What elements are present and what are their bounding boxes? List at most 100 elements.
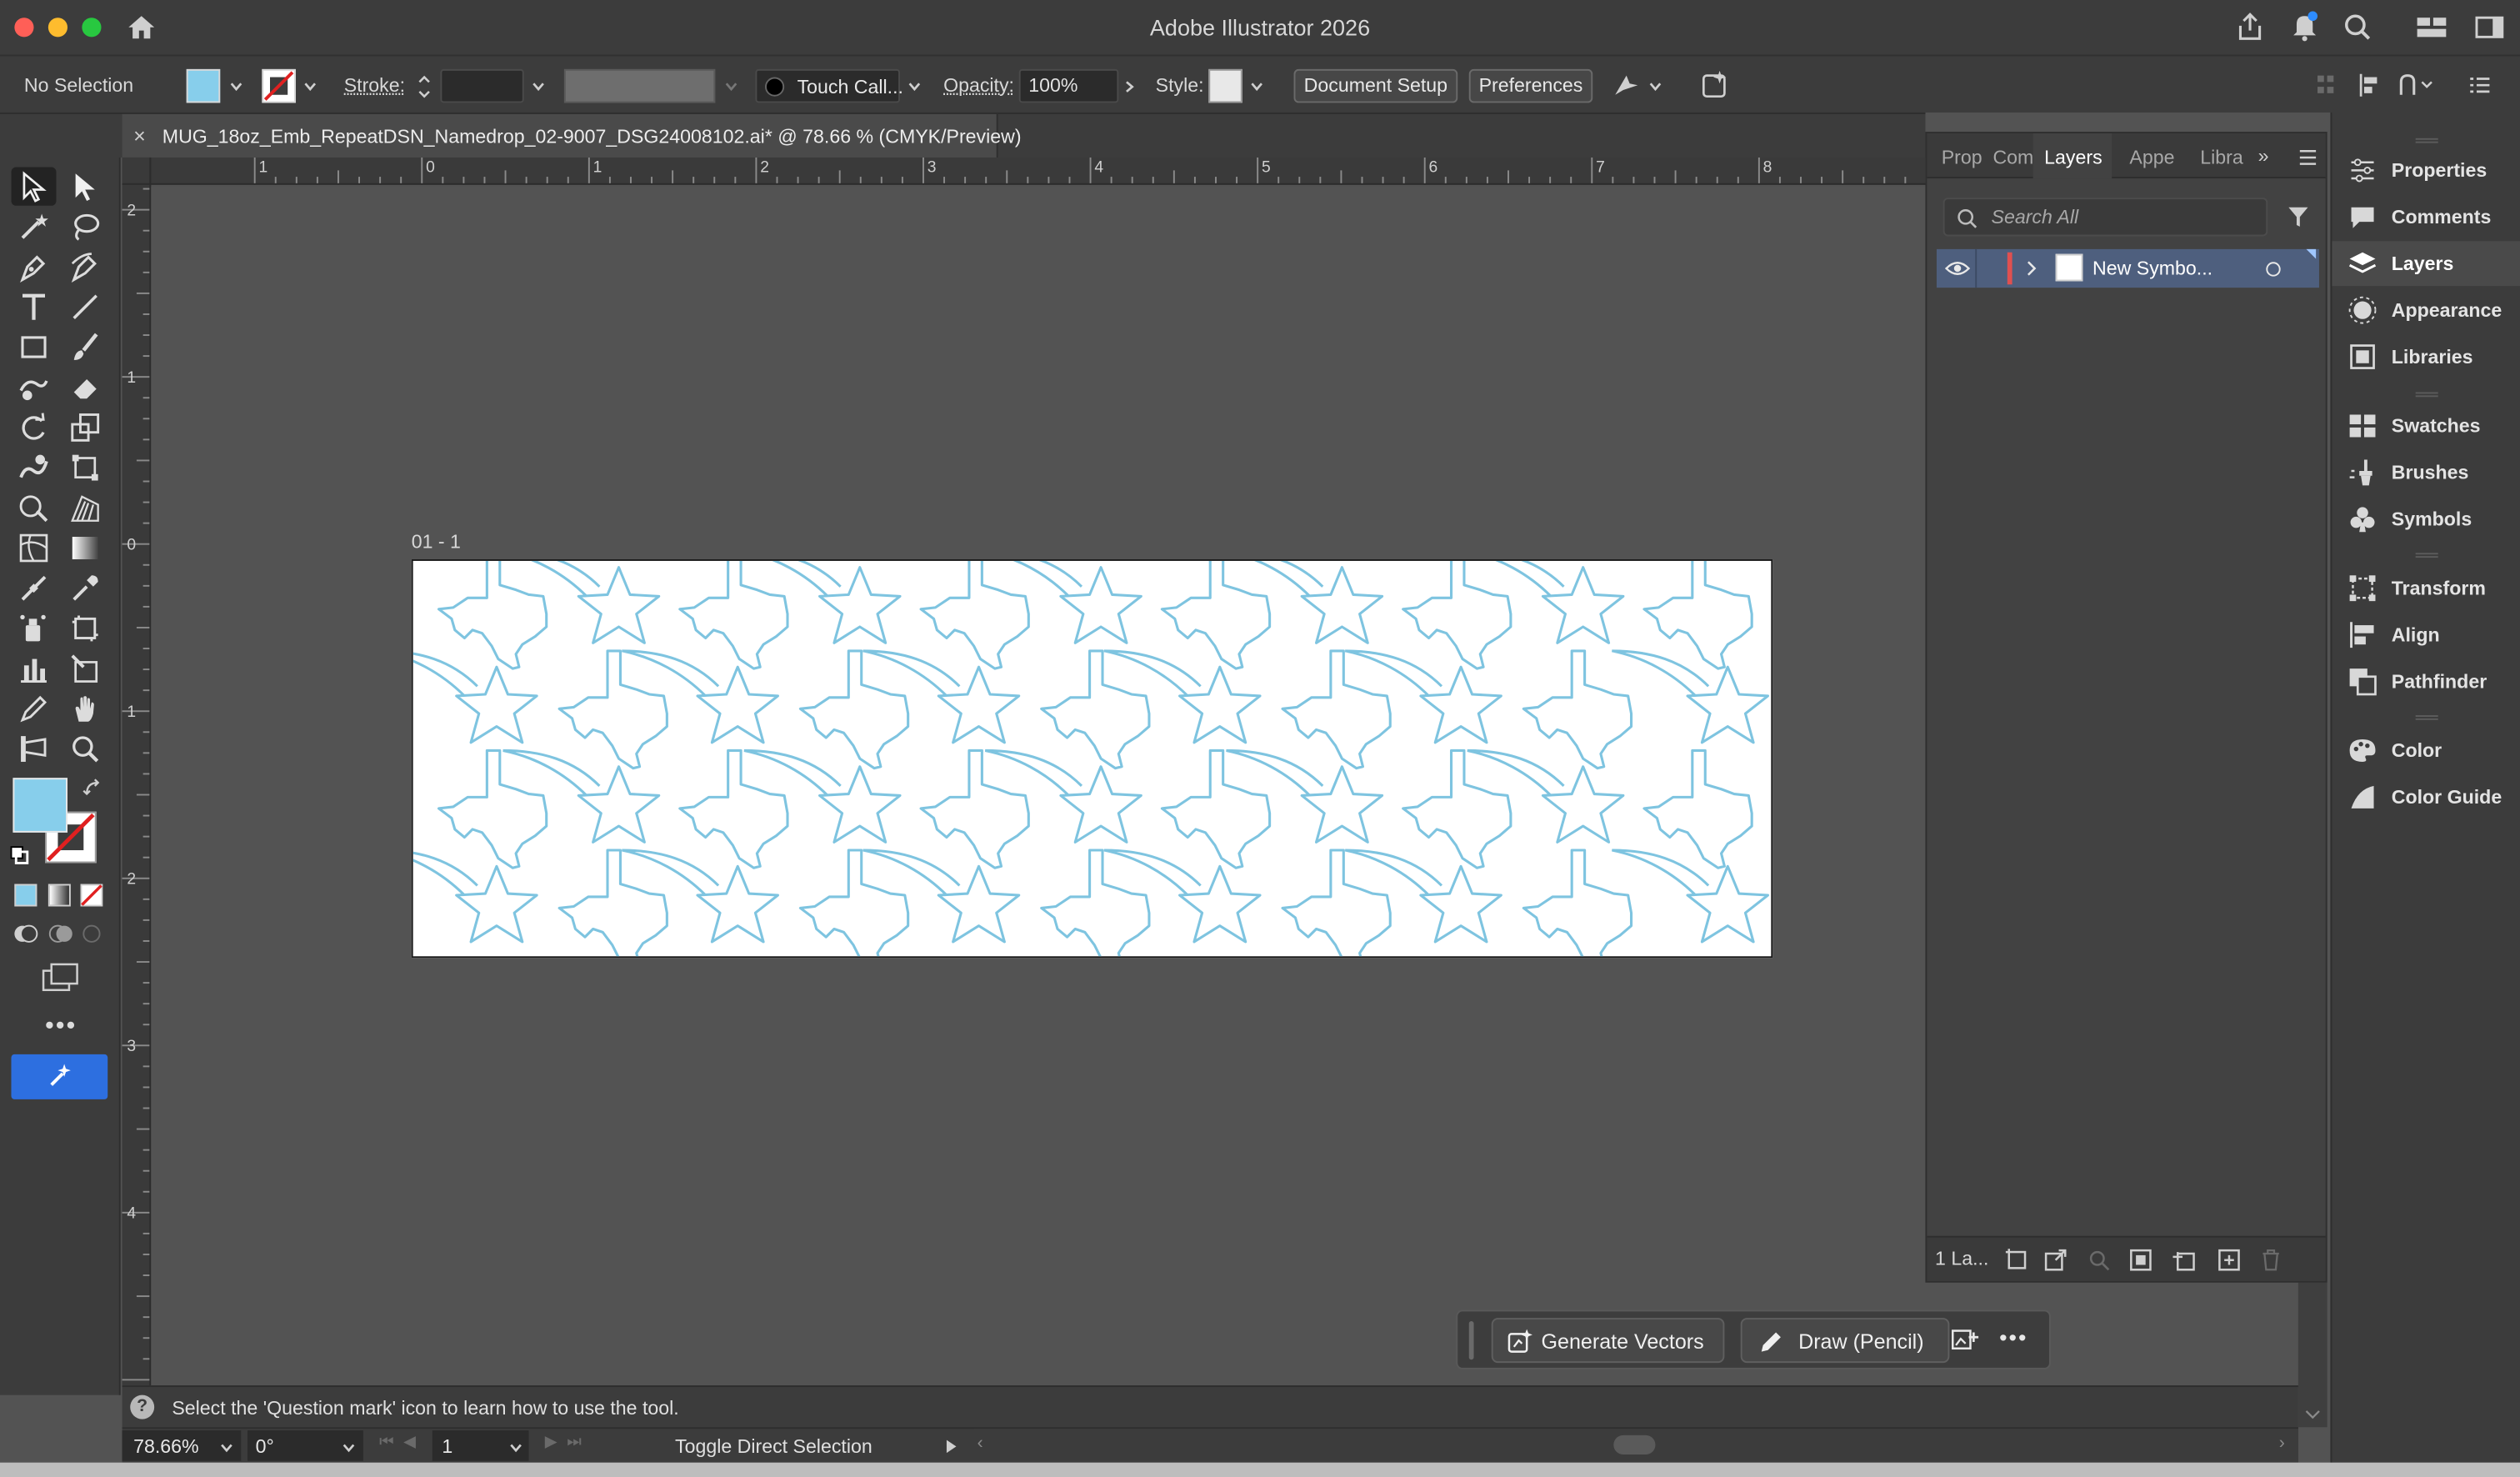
- shaper-tool-icon[interactable]: [18, 371, 50, 403]
- fill-swatch[interactable]: [186, 68, 221, 103]
- dock-brushes[interactable]: Brushes: [2332, 450, 2520, 495]
- recolor-icon[interactable]: [1610, 71, 1642, 100]
- curvature-tool-icon[interactable]: [69, 251, 102, 283]
- tab-libraries[interactable]: Libra: [2200, 146, 2242, 168]
- ruler-origin[interactable]: [122, 157, 152, 185]
- dock-align[interactable]: Align: [2332, 613, 2520, 658]
- taskbar-grip[interactable]: [1468, 1320, 1474, 1360]
- visibility-eye-icon[interactable]: [1944, 258, 1971, 278]
- dock-transform[interactable]: Transform: [2332, 566, 2520, 611]
- new-layer-icon[interactable]: [2217, 1247, 2242, 1273]
- stroke-swatch[interactable]: [262, 68, 296, 103]
- pen-tool-icon[interactable]: [18, 251, 50, 283]
- graphic-style-swatch[interactable]: [1208, 68, 1242, 103]
- dock-libraries[interactable]: Libraries: [2332, 334, 2520, 379]
- distribute-icon[interactable]: [2356, 73, 2382, 98]
- free-transform-tool-icon[interactable]: [69, 452, 102, 484]
- paintbrush-tool-icon[interactable]: [69, 331, 102, 363]
- stroke-weight-field[interactable]: [440, 68, 524, 103]
- tab-layers-active[interactable]: Layers: [2032, 133, 2112, 179]
- chevron-down-icon[interactable]: [907, 78, 922, 94]
- search-icon[interactable]: [2342, 11, 2374, 43]
- blend-tool-icon[interactable]: [18, 572, 50, 604]
- draw-inside-icon[interactable]: [80, 923, 102, 945]
- chevron-down-icon[interactable]: [302, 78, 318, 94]
- gradient-tool-icon[interactable]: [69, 532, 102, 564]
- scroll-right-icon[interactable]: ›: [2279, 1434, 2285, 1453]
- horizontal-scrollbar[interactable]: ‹ ›: [973, 1429, 2298, 1463]
- align-objects-icon[interactable]: [2314, 73, 2337, 98]
- none-mode-icon[interactable]: [80, 884, 103, 907]
- scroll-thumb[interactable]: [1613, 1434, 1656, 1455]
- dock-symbols[interactable]: Symbols: [2332, 497, 2520, 542]
- more-tools-icon[interactable]: •••: [45, 1013, 77, 1042]
- document-tab[interactable]: × MUG_18oz_Emb_RepeatDSN_Namedrop_02-900…: [122, 113, 1022, 159]
- dock-comments[interactable]: Comments: [2332, 194, 2520, 239]
- draw-normal-icon[interactable]: [12, 923, 38, 945]
- brush-definition[interactable]: Touch Call...: [755, 68, 903, 103]
- dock-grip[interactable]: [2415, 392, 2438, 398]
- artboard-label[interactable]: 01 - 1: [412, 530, 461, 553]
- dock-color-guide[interactable]: Color Guide: [2332, 774, 2520, 819]
- print-tiling-tool-icon[interactable]: [18, 733, 50, 765]
- rectangle-tool-icon[interactable]: [18, 331, 50, 363]
- warp-tool-icon[interactable]: [18, 452, 50, 484]
- panel-options-icon[interactable]: [2297, 148, 2319, 167]
- layers-search-input[interactable]: Search All: [1942, 198, 2268, 237]
- rotate-tool-icon[interactable]: [18, 412, 50, 444]
- chevron-down-icon[interactable]: [1648, 78, 1663, 94]
- mesh-tool-icon[interactable]: [18, 532, 50, 564]
- color-mode-icon[interactable]: [14, 884, 38, 907]
- tab-appearance[interactable]: Appe: [2129, 146, 2174, 168]
- notifications-icon[interactable]: [2288, 10, 2321, 43]
- more-tabs-icon[interactable]: »: [2258, 145, 2269, 168]
- dock-properties[interactable]: Properties: [2332, 148, 2520, 193]
- default-fill-stroke-icon[interactable]: [10, 845, 29, 864]
- draw-behind-icon[interactable]: [48, 923, 74, 945]
- dock-color[interactable]: Color: [2332, 728, 2520, 773]
- opacity-label[interactable]: Opacity:: [943, 74, 1014, 97]
- pencil-tool-icon[interactable]: [18, 693, 50, 725]
- eraser-tool-icon[interactable]: [69, 371, 102, 403]
- artboard[interactable]: [411, 559, 1773, 959]
- zoom-tool-icon[interactable]: [69, 733, 102, 765]
- dock-appearance[interactable]: Appearance: [2332, 288, 2520, 333]
- fill-color-box[interactable]: [12, 778, 68, 833]
- scroll-down-icon[interactable]: [2305, 1408, 2321, 1420]
- dock-grip[interactable]: [2415, 553, 2438, 558]
- perspective-grid-tool-icon[interactable]: [69, 492, 102, 524]
- export-icon[interactable]: [2042, 1247, 2068, 1273]
- panel-menu-icon[interactable]: [2467, 73, 2492, 98]
- scroll-left-icon[interactable]: ‹: [978, 1434, 983, 1453]
- chevron-down-icon[interactable]: [228, 78, 244, 94]
- generative-icon[interactable]: [1700, 69, 1729, 102]
- layer-row[interactable]: New Symbo...: [1936, 248, 2319, 288]
- stroke-weight-stepper[interactable]: [415, 69, 434, 104]
- draw-pencil-button[interactable]: Draw (Pencil): [1740, 1318, 1950, 1364]
- layer-name[interactable]: New Symbo...: [2092, 258, 2212, 280]
- dock-layers[interactable]: Layers: [2332, 241, 2520, 287]
- screen-mode-icon[interactable]: [40, 961, 82, 994]
- selection-tool-icon[interactable]: [18, 170, 50, 203]
- workspace-switcher-icon[interactable]: [2473, 13, 2506, 42]
- document-setup-button[interactable]: Document Setup: [1293, 68, 1458, 103]
- locate-object-icon[interactable]: [2004, 1247, 2030, 1273]
- swap-fill-stroke-icon[interactable]: [82, 778, 104, 800]
- status-menu-arrow-icon[interactable]: [945, 1439, 958, 1454]
- more-options-icon[interactable]: •••: [1999, 1324, 2028, 1350]
- tab-comments[interactable]: Com: [1992, 146, 2033, 168]
- arrange-documents-icon[interactable]: [2416, 13, 2448, 42]
- generative-ai-button[interactable]: [11, 1054, 108, 1099]
- chevron-down-icon[interactable]: [1249, 78, 1265, 94]
- expand-layer-icon[interactable]: [2023, 260, 2039, 276]
- gradient-mode-icon[interactable]: [48, 884, 71, 907]
- repeat-pattern-artwork[interactable]: [412, 560, 1773, 958]
- preferences-button[interactable]: Preferences: [1468, 68, 1593, 103]
- dock-pathfinder[interactable]: Pathfinder: [2332, 659, 2520, 704]
- chevron-down-icon[interactable]: [341, 1440, 357, 1456]
- new-sublayer-icon[interactable]: [2172, 1247, 2198, 1273]
- share-icon[interactable]: [2234, 11, 2267, 43]
- close-tab-icon[interactable]: ×: [133, 123, 146, 148]
- scale-tool-icon[interactable]: [69, 412, 102, 444]
- lasso-tool-icon[interactable]: [69, 211, 102, 243]
